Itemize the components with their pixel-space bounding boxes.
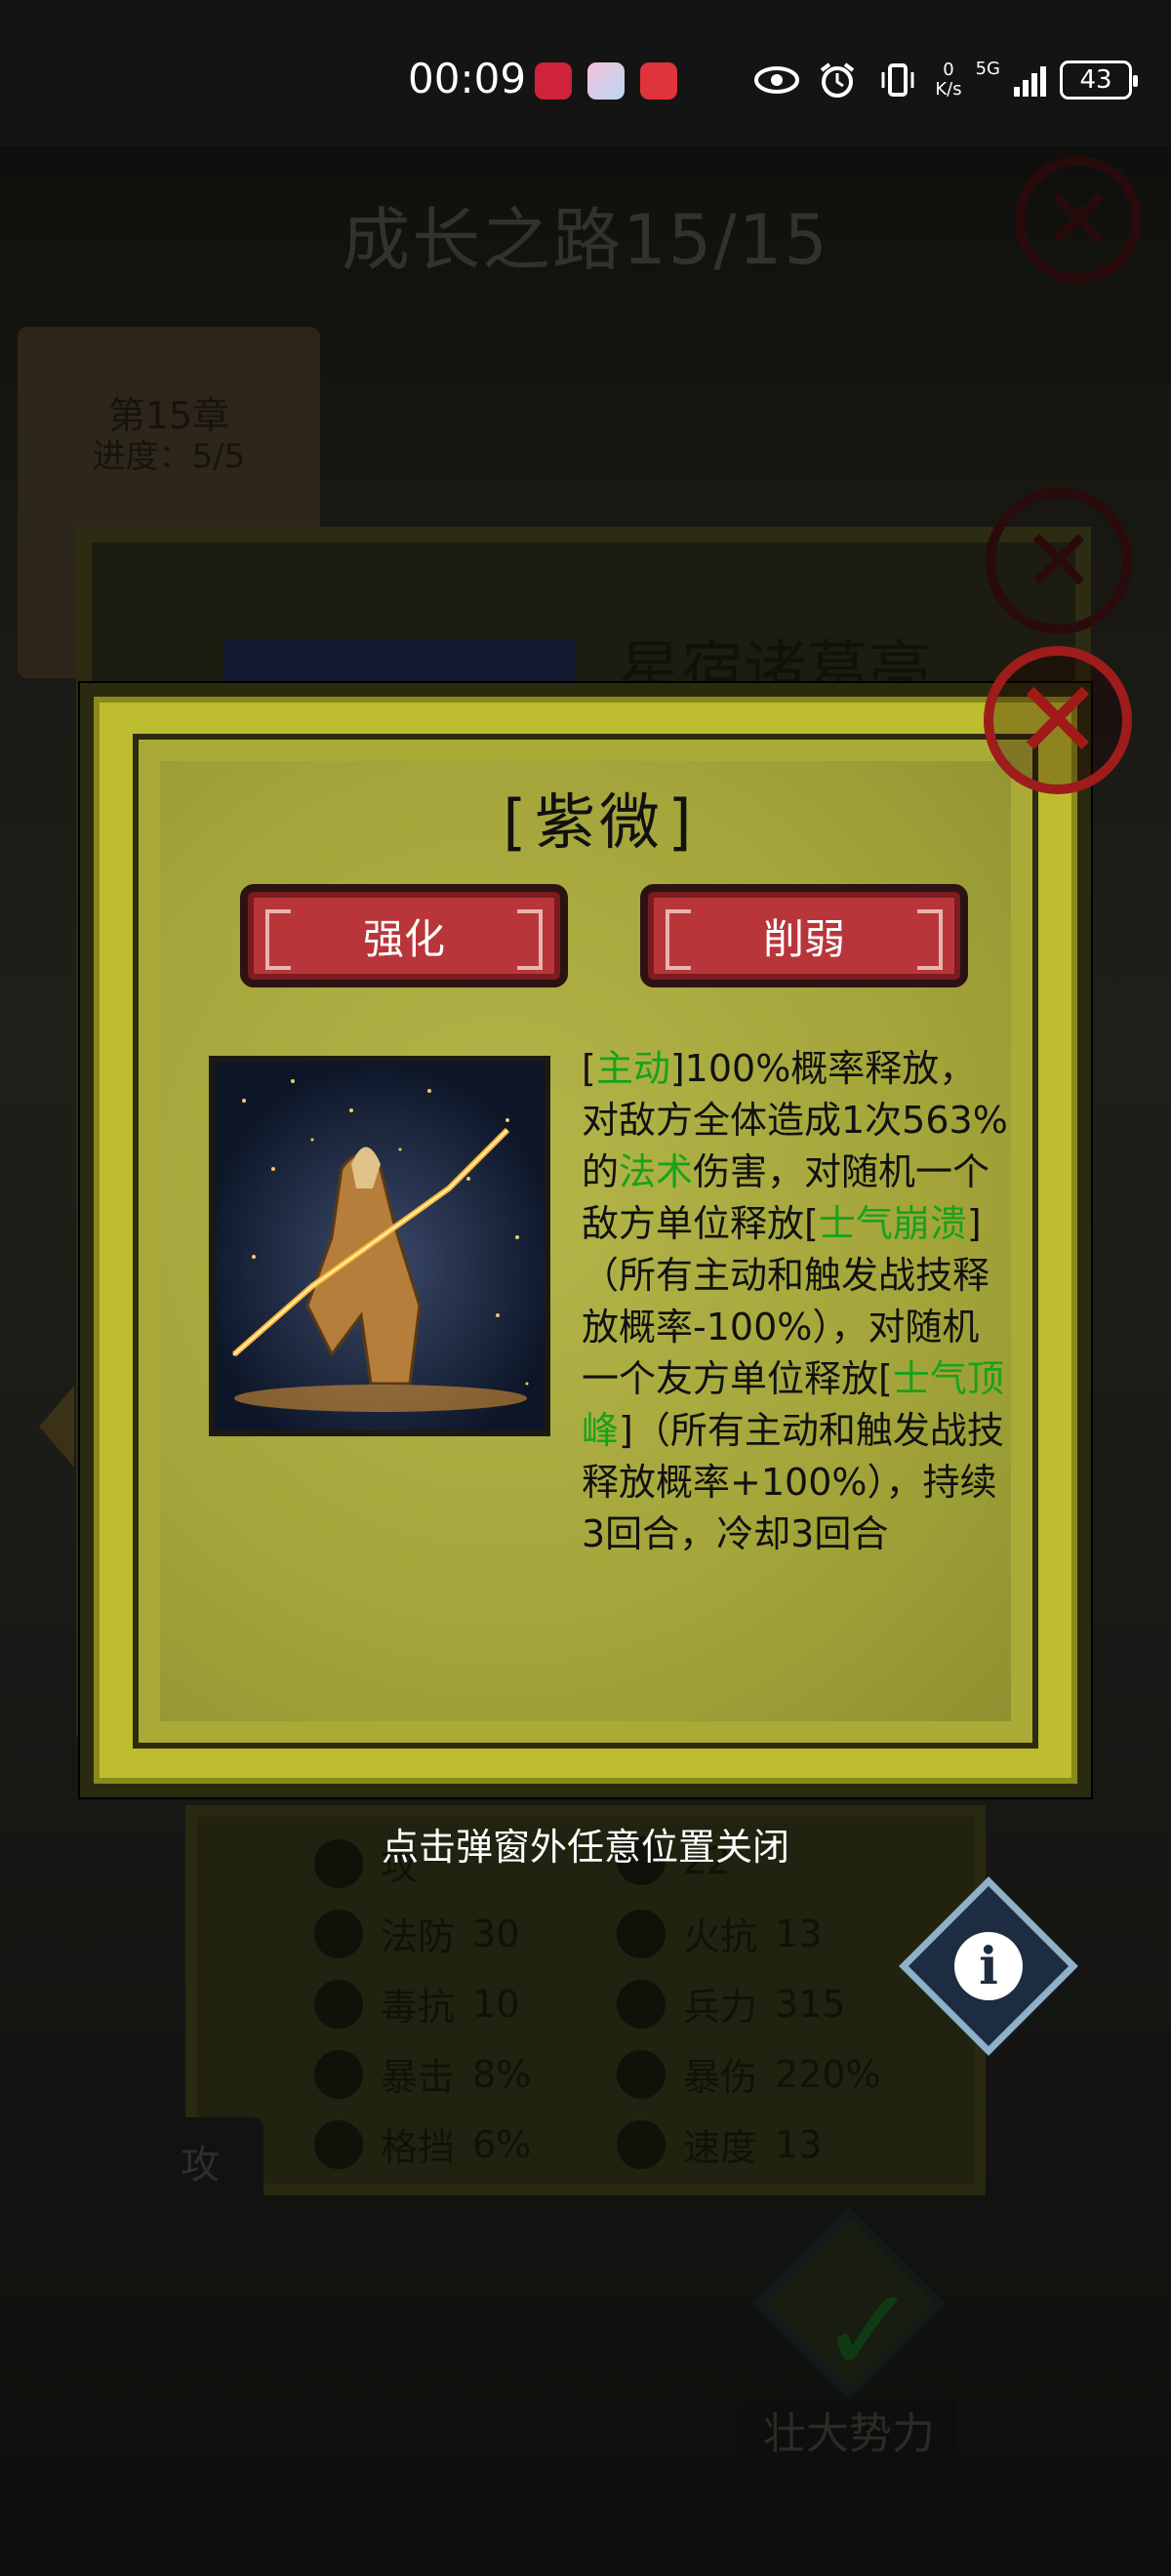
weaken-button[interactable]: 削弱 xyxy=(640,884,968,987)
popup-close-button[interactable]: ✕ xyxy=(984,646,1132,794)
app-notification-icon xyxy=(587,62,625,100)
status-time: 00:09 xyxy=(408,55,527,102)
strengthen-button[interactable]: 强化 xyxy=(240,884,568,987)
close-icon: ✕ xyxy=(1012,658,1104,783)
eye-icon xyxy=(753,59,800,101)
status-icons: 0 K/s 5G 43 xyxy=(753,58,1138,101)
signal-icon xyxy=(1014,63,1046,97)
app-notification-icon xyxy=(640,62,677,100)
status-bar: 00:09 0 K/s 5G 43 xyxy=(0,0,1171,146)
skill-description: [主动]100%概率释放，对敌方全体造成1次563%的法术伤害，对随机一个敌方单… xyxy=(582,1047,1008,1555)
skill-title: [紫微] xyxy=(494,786,705,858)
screen: 00:09 0 K/s 5G 43 成长之路15/15 第15章 进度：5/5 ✕ xyxy=(0,0,1171,2576)
vibrate-icon xyxy=(874,59,921,101)
info-icon[interactable]: i xyxy=(954,1932,1023,2000)
network-speed: 0 K/s xyxy=(935,60,962,100)
keyword-active: 主动 xyxy=(595,1047,670,1090)
skill-popup: [紫微] 强化 削弱 [主动]100%概率释放，对敌方全体造成1次563%的法术… xyxy=(80,683,1091,1797)
alarm-icon xyxy=(814,59,861,101)
app-notification-icon xyxy=(535,62,572,100)
battery-icon: 43 xyxy=(1060,60,1138,100)
skill-portrait xyxy=(209,1056,550,1436)
dismiss-hint: 点击弹窗外任意位置关闭 xyxy=(381,1826,789,1869)
keyword-morale-collapse: 士气崩溃 xyxy=(818,1202,967,1245)
keyword-magic: 法术 xyxy=(619,1150,694,1193)
network-type: 5G xyxy=(975,58,1000,79)
